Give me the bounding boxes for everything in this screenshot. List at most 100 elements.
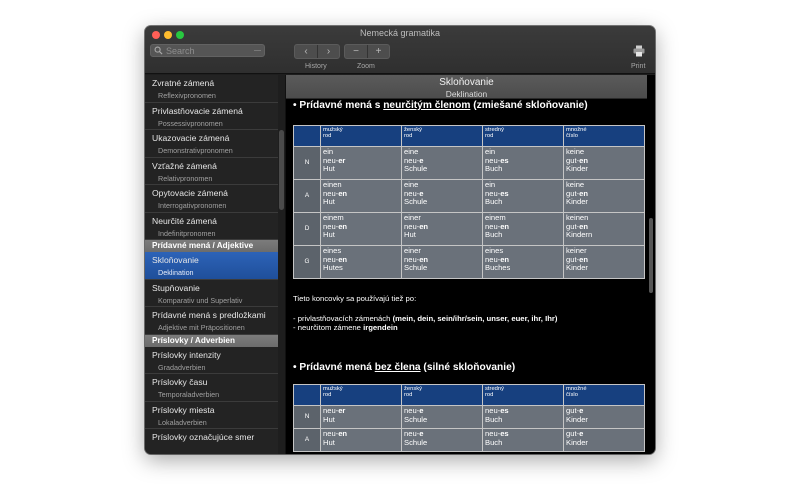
sidebar-item[interactable]: Zvratné zámená Reflexivpronomen bbox=[145, 75, 278, 103]
column-header-line: rod bbox=[485, 133, 494, 140]
zoom-out-button[interactable]: − bbox=[345, 45, 367, 58]
column-header: množné číslo bbox=[563, 125, 645, 147]
table-cell: einer neu-en Schule bbox=[401, 245, 483, 279]
column-header-line: ženský bbox=[404, 386, 423, 392]
noun-text: Buch bbox=[485, 164, 503, 174]
column-header: ženský rod bbox=[401, 384, 483, 406]
sidebar-item-subtitle: Adjektive mit Präpositionen bbox=[158, 323, 245, 332]
table-cell: neu-es Buch bbox=[482, 428, 564, 452]
adjective-ending: er bbox=[338, 155, 346, 165]
declension-table-body: Nein neu-er Hut eine neu-e Schule ein neu-es Buc… bbox=[293, 146, 645, 279]
column-header: množné číslo bbox=[563, 384, 645, 406]
table-row: Nneu-er Hut neu-e Schule neu-es Buch gut-e Kind… bbox=[293, 405, 645, 429]
sidebar-item-subtitle: Gradadverbien bbox=[158, 362, 206, 372]
back-button[interactable]: ‹ bbox=[295, 45, 317, 58]
table-cell: neu-e Schule bbox=[401, 428, 483, 452]
table-header-corner bbox=[293, 125, 321, 147]
column-header-line: číslo bbox=[566, 392, 578, 399]
content-header: Skloňovanie Deklination bbox=[286, 75, 647, 99]
noun-text: Buches bbox=[485, 263, 511, 273]
note-emphasis: (mein, dein, sein/ihr/sein, unser, euer,… bbox=[392, 314, 558, 323]
column-header: stredný rod bbox=[482, 125, 564, 147]
sidebar-item[interactable]: Príslovky označujúce smer bbox=[145, 429, 278, 454]
sidebar-item[interactable]: Prídavné mená s predložkami Adjektive mit… bbox=[145, 307, 278, 335]
table-cell: einen neu-en Hut bbox=[320, 179, 402, 213]
sidebar-item-subtitle: Komparativ und Superlativ bbox=[158, 295, 243, 305]
search-clear-icon[interactable] bbox=[254, 50, 261, 51]
noun-text: Buch bbox=[485, 230, 503, 240]
sidebar-item-selected[interactable]: Skloňovanie Deklination bbox=[145, 252, 278, 280]
noun-text: Schule bbox=[404, 164, 428, 174]
sidebar-scrollbar[interactable] bbox=[279, 130, 284, 210]
noun-text: Schule bbox=[404, 437, 428, 447]
column-header-line: stredný bbox=[485, 386, 505, 392]
noun-text: Hut bbox=[323, 414, 335, 424]
sidebar-item[interactable]: Stupňovanie Komparativ und Superlativ bbox=[145, 280, 278, 307]
case-label: N bbox=[293, 146, 321, 180]
table-cell: gut-e Kinder bbox=[563, 405, 645, 429]
table-cell: neu-er Hut bbox=[320, 405, 402, 429]
search-field[interactable] bbox=[150, 44, 265, 57]
sidebar-item[interactable]: Privlastňovacie zámená Possessivpronomen bbox=[145, 103, 278, 130]
sidebar-section-header: Prídavné mená / Adjektive bbox=[145, 240, 278, 252]
table-header-row: mužský rod ženský rod stredný rod množné čís… bbox=[293, 384, 645, 406]
sidebar-item[interactable]: Vzťažné zámená Relativpronomen bbox=[145, 158, 278, 185]
table-cell: keiner gut-en Kinder bbox=[563, 245, 645, 279]
declension-table-body: Nneu-er Hut neu-e Schule neu-es Buch gut-e Kind… bbox=[293, 405, 645, 452]
column-header-line: stredný bbox=[485, 127, 505, 133]
sidebar-item[interactable]: Ukazovacie zámená Demonstrativpronomen bbox=[145, 130, 278, 158]
column-header-line: rod bbox=[485, 392, 494, 399]
section-heading-underlined: bez člena bbox=[374, 362, 421, 373]
adjective-ending: er bbox=[338, 406, 346, 415]
sidebar-item[interactable]: Príslovky intenzity Gradadverbien bbox=[145, 347, 278, 374]
table-cell: neu-es Buch bbox=[482, 405, 564, 429]
noun-text: Kinder bbox=[566, 437, 588, 447]
case-label: G bbox=[293, 245, 321, 279]
sidebar-item-title: Opytovacie zámená bbox=[152, 188, 228, 198]
case-label: D bbox=[293, 212, 321, 246]
sidebar-item-title: Privlastňovacie zámená bbox=[152, 105, 243, 116]
case-label: A bbox=[293, 179, 321, 213]
sidebar-item-subtitle: Interrogativpronomen bbox=[158, 201, 227, 210]
table-cell: neu-en Hut bbox=[320, 428, 402, 452]
noun-text: Hut bbox=[404, 230, 416, 240]
noun-text: Hut bbox=[323, 437, 335, 447]
adjective-ending: en bbox=[338, 221, 348, 231]
search-input[interactable] bbox=[166, 45, 246, 56]
forward-button[interactable]: › bbox=[317, 45, 339, 58]
noun-text: Kindern bbox=[566, 230, 593, 240]
search-icon bbox=[154, 46, 163, 55]
zoom-in-button[interactable]: + bbox=[367, 45, 389, 58]
sidebar-item-title: Neurčité zámená bbox=[152, 215, 217, 226]
noun-text: Kinder bbox=[566, 197, 588, 207]
case-label: A bbox=[293, 428, 321, 452]
sidebar-item-subtitle: Temporaladverbien bbox=[158, 390, 220, 399]
column-header: ženský rod bbox=[401, 125, 483, 147]
section-heading: • Prídavné mená bez člena (silné skloňov… bbox=[293, 362, 515, 373]
sidebar-item-title: Zvratné zámená bbox=[152, 78, 215, 88]
printer-icon[interactable] bbox=[633, 45, 645, 57]
adjective-ending: en bbox=[338, 188, 348, 198]
sidebar-item[interactable]: Neurčité zámená Indefinitpronomen bbox=[145, 213, 278, 240]
table-row: Nein neu-er Hut eine neu-e Schule ein neu-es Buc… bbox=[293, 146, 645, 180]
sidebar-item-title: Prídavné mená s predložkami bbox=[152, 310, 266, 320]
note-line: - privlastňovacích zámenách (mein, dein,… bbox=[293, 314, 557, 323]
column-header: stredný rod bbox=[482, 384, 564, 406]
sidebar-item[interactable]: Príslovky miesta Lokaladverbien bbox=[145, 402, 278, 429]
noun-text: Kinder bbox=[566, 263, 588, 273]
column-header-line: rod bbox=[404, 392, 413, 399]
table-cell: eine neu-e Schule bbox=[401, 179, 483, 213]
sidebar-item[interactable]: Príslovky času Temporaladverbien bbox=[145, 374, 278, 402]
section-heading: • Prídavné mená s neurčitým členom (zmie… bbox=[293, 100, 588, 111]
sidebar-item-title: Príslovky označujúce smer bbox=[152, 432, 255, 442]
noun-text: Hut bbox=[323, 230, 335, 240]
content-scrollbar[interactable] bbox=[649, 218, 653, 293]
adjective-ending: en bbox=[419, 221, 429, 231]
sidebar-item[interactable]: Opytovacie zámená Interrogativpronomen bbox=[145, 185, 278, 213]
noun-text: Schule bbox=[404, 197, 428, 207]
sidebar-item-title: Príslovky miesta bbox=[152, 404, 215, 415]
declension-table-mixed: mužský rod ženský rod stredný rod množné čís… bbox=[293, 125, 645, 279]
table-row: Deinem neu-en Hut einer neu-en Hut einem neu-en… bbox=[293, 212, 645, 246]
table-cell: neu-e Schule bbox=[401, 405, 483, 429]
table-cell: eines neu-en Buches bbox=[482, 245, 564, 279]
